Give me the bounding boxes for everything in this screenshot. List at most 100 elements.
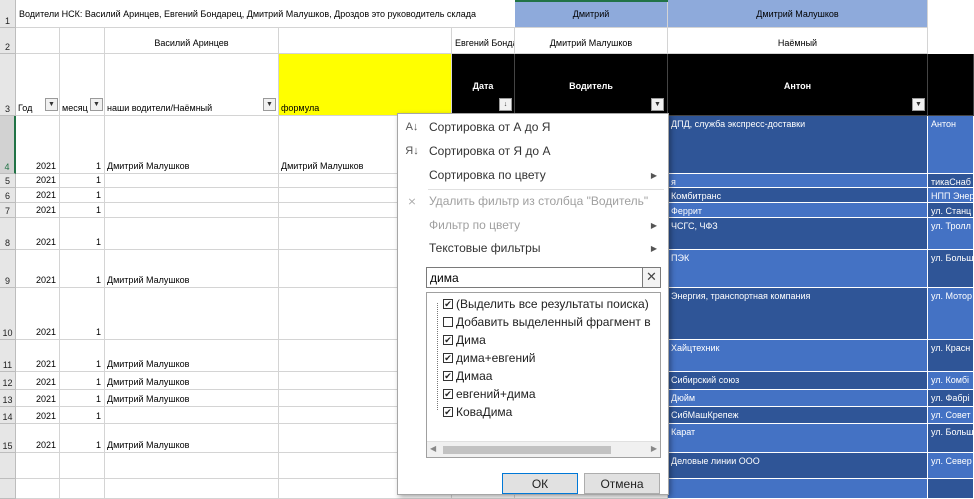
cell-company[interactable]: ЧСГС, ЧФЗ [668, 218, 928, 250]
ok-button[interactable]: ОК [502, 473, 578, 494]
cell-driver[interactable] [105, 288, 279, 340]
scroll-left-icon[interactable]: ◀ [430, 444, 436, 453]
sort-za-item[interactable]: Я↓ Сортировка от Я до А [398, 140, 666, 162]
cell-year[interactable]: 2021 [16, 390, 60, 407]
search-input[interactable]: дима [430, 271, 459, 285]
filter-dropdown-button[interactable]: ▼ [912, 98, 925, 111]
cell-company[interactable]: я [668, 174, 928, 188]
filter-value-item[interactable]: ✔ Димаа [443, 367, 492, 385]
filter-value-item[interactable]: ✔ Дима [443, 331, 486, 349]
cell-month[interactable]: 1 [60, 203, 105, 218]
header-naemny[interactable]: Наёмный [668, 28, 928, 54]
row-header[interactable]: 13 [0, 390, 16, 407]
cell-month[interactable]: 1 [60, 116, 105, 174]
cell[interactable] [279, 28, 452, 54]
cell-driver[interactable] [105, 188, 279, 203]
row-header[interactable]: 11 [0, 340, 16, 372]
cell-company[interactable]: Карат [668, 424, 928, 453]
cell-driver[interactable]: Дмитрий Малушков [105, 372, 279, 390]
sort-az-item[interactable]: A↓ Сортировка от А до Я [398, 116, 666, 138]
cell-driver[interactable]: Дмитрий Малушков [105, 424, 279, 453]
cell-company[interactable]: ПЭК [668, 250, 928, 288]
cell-year[interactable]: 2021 [16, 188, 60, 203]
cell-company[interactable]: Деловые линии ООО [668, 453, 928, 479]
row-header[interactable]: 15 [0, 424, 16, 453]
cell-driver[interactable] [105, 407, 279, 424]
filter-dropdown-button[interactable]: ▼ [263, 98, 276, 111]
row-header[interactable]: 4 [0, 116, 16, 174]
values-list[interactable]: ✔ (Выделить все результаты поиска) Добавит… [426, 292, 661, 458]
header-dmitriy[interactable]: Дмитрий [515, 0, 668, 28]
cell-company[interactable] [668, 479, 928, 499]
row-header[interactable]: 1 [0, 0, 16, 28]
cell-driver[interactable]: Дмитрий Малушков [105, 250, 279, 288]
header-evgeniy[interactable]: Евгений Бонда [452, 28, 515, 54]
cell[interactable] [60, 28, 105, 54]
cell-driver[interactable] [105, 203, 279, 218]
cell-extra[interactable]: ул. Больш [928, 250, 974, 288]
filter-value-item[interactable]: ✔ КоваДима [443, 403, 512, 421]
filter-dropdown-button[interactable]: ▼ [90, 98, 103, 111]
cell-month[interactable] [60, 479, 105, 499]
col-header-driver[interactable]: Водитель [515, 54, 668, 116]
cell-extra[interactable]: ул. Север [928, 453, 974, 479]
cell-driver[interactable]: Дмитрий Малушков [105, 390, 279, 407]
scroll-right-icon[interactable]: ▶ [651, 444, 657, 453]
checkbox-checked-icon[interactable]: ✔ [443, 335, 453, 345]
row-header[interactable] [0, 479, 16, 499]
row-header[interactable]: 10 [0, 288, 16, 340]
cell-company[interactable]: ДПД, служба экспресс-доставки [668, 116, 928, 174]
filter-sorted-button[interactable]: ↓ [499, 98, 512, 111]
cell-extra[interactable]: ул. Совет [928, 407, 974, 424]
cell-extra[interactable]: ул. Станц [928, 203, 974, 218]
cell-company[interactable]: Хайцтехник [668, 340, 928, 372]
cell-month[interactable]: 1 [60, 372, 105, 390]
cell-month[interactable]: 1 [60, 390, 105, 407]
cell-year[interactable]: 2021 [16, 288, 60, 340]
row-header[interactable]: 7 [0, 203, 16, 218]
header-dmitriy-malushkov-2[interactable]: Дмитрий Малушков [515, 28, 668, 54]
cell-company[interactable]: Энергия, транспортная компания [668, 288, 928, 340]
cancel-button[interactable]: Отмена [584, 473, 660, 494]
cell-extra[interactable]: Антон [928, 116, 974, 174]
cell-month[interactable]: 1 [60, 174, 105, 188]
checkbox-checked-icon[interactable]: ✔ [443, 353, 453, 363]
clear-search-button[interactable]: ✕ [642, 268, 660, 287]
cell-driver[interactable] [105, 174, 279, 188]
cell-driver[interactable]: Дмитрий Малушков [105, 340, 279, 372]
cell-extra[interactable]: тикаСнаб [928, 174, 974, 188]
row-header[interactable] [0, 453, 16, 479]
filter-value-item[interactable]: ✔ дима+евгений [443, 349, 536, 367]
header-dmitriy-malushkov[interactable]: Дмитрий Малушков [668, 0, 928, 28]
filter-value-item[interactable]: ✔ евгений+дима [443, 385, 536, 403]
cell-month[interactable]: 1 [60, 288, 105, 340]
cell-month[interactable]: 1 [60, 407, 105, 424]
cell-year[interactable]: 2021 [16, 218, 60, 250]
cell-company[interactable]: Дюйм [668, 390, 928, 407]
sort-color-item[interactable]: Сортировка по цвету ▶ [398, 164, 666, 186]
scroll-thumb[interactable] [443, 446, 611, 454]
cell-driver[interactable] [105, 479, 279, 499]
search-box[interactable]: дима ✕ [426, 267, 661, 288]
row-header[interactable]: 6 [0, 188, 16, 203]
horizontal-scrollbar[interactable]: ◀ ▶ [427, 441, 660, 457]
title-cell[interactable]: Водители НСК: Василий Аринцев, Евгений Б… [16, 0, 515, 28]
cell-extra[interactable]: НПП Энер [928, 188, 974, 203]
cell-extra[interactable]: ул. Красн [928, 340, 974, 372]
header-vasiliy[interactable]: Василий Аринцев [105, 28, 279, 54]
checkbox-checked-icon[interactable]: ✔ [443, 407, 453, 417]
cell-extra[interactable]: ул. Комбі [928, 372, 974, 390]
col-header-extra[interactable] [928, 54, 974, 116]
row-header[interactable]: 14 [0, 407, 16, 424]
cell-month[interactable]: 1 [60, 424, 105, 453]
checkbox-checked-icon[interactable]: ✔ [443, 299, 453, 309]
checkbox-unchecked-icon[interactable] [443, 317, 453, 327]
cell-company[interactable]: Феррит [668, 203, 928, 218]
cell-driver[interactable]: Дмитрий Малушков [105, 116, 279, 174]
cell-year[interactable]: 2021 [16, 116, 60, 174]
cell-year[interactable]: 2021 [16, 340, 60, 372]
cell-extra[interactable]: ул. Мотор [928, 288, 974, 340]
cell-year[interactable]: 2021 [16, 424, 60, 453]
cell-extra[interactable]: ул. Больш [928, 424, 974, 453]
cell-year[interactable]: 2021 [16, 372, 60, 390]
